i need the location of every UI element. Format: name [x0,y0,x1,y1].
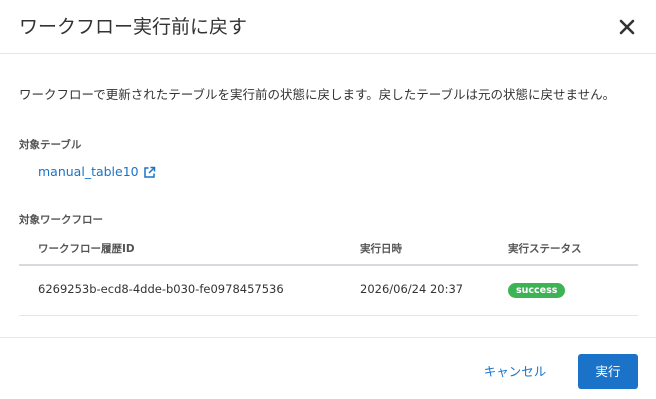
target-table-name[interactable]: manual_table10 [38,162,139,182]
dialog-description: ワークフローで更新されたテーブルを実行前の状態に戻します。戻したテーブルは元の状… [19,87,616,102]
target-workflow-label: 対象ワークフロー [19,214,103,226]
dialog-header: ワークフロー実行前に戻す [0,0,656,54]
column-header-status: 実行ステータス [508,243,582,255]
external-link-icon[interactable] [143,166,156,179]
target-table-link[interactable]: manual_table10 [38,162,156,182]
execute-button[interactable]: 実行 [578,354,638,389]
target-table-label: 対象テーブル [19,139,82,151]
history-id-cell: 6269253b-ecd8-4dde-b030-fe0978457536 [38,282,284,296]
dialog-title: ワークフロー実行前に戻す [19,16,248,38]
column-header-executed-at: 実行日時 [360,243,402,255]
status-badge: success [508,283,566,298]
revert-workflow-dialog: ワークフロー実行前に戻す ワークフローで更新されたテーブルを実行前の状態に戻しま… [0,0,656,399]
column-header-history-id: ワークフロー履歴ID [38,243,135,255]
workflow-history-table: ワークフロー履歴ID 実行日時 実行ステータス 6269253b-ecd8-4d… [19,234,638,316]
close-button[interactable] [614,14,640,40]
close-icon[interactable] [614,14,640,40]
cancel-button[interactable]: キャンセル [470,355,560,389]
executed-at-cell: 2026/06/24 20:37 [360,282,464,296]
table-header: ワークフロー履歴ID 実行日時 実行ステータス [19,234,638,266]
dialog-footer: キャンセル 実行 [0,337,656,399]
table-row: 6269253b-ecd8-4dde-b030-fe0978457536 202… [19,266,638,316]
